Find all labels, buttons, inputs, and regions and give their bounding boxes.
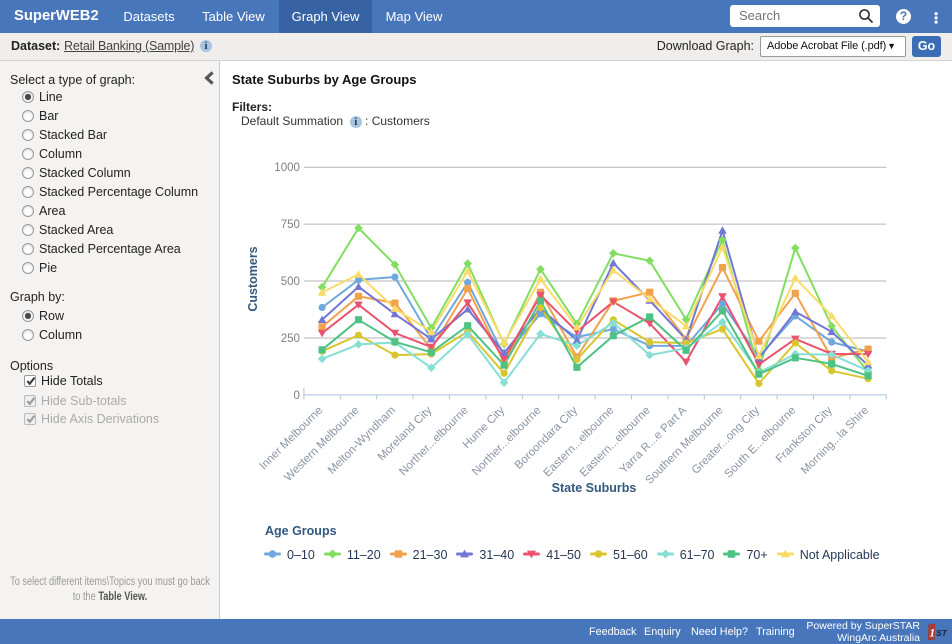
svg-text:1: 1 xyxy=(929,626,935,640)
svg-text:Yarra R...e Part A: Yarra R...e Part A xyxy=(618,404,690,476)
svg-text:Customers: Customers xyxy=(246,246,260,311)
svg-text:Greater...ong City: Greater...ong City xyxy=(690,404,762,476)
svg-text:Eastern...elbourne: Eastern...elbourne xyxy=(578,405,653,480)
svg-text:Boroondara City: Boroondara City xyxy=(513,404,580,471)
svg-text:Inner Melbourne: Inner Melbourne xyxy=(258,405,326,473)
svg-text:Melton-Wyndham: Melton-Wyndham xyxy=(326,405,398,477)
svg-text:State Suburbs: State Suburbs xyxy=(552,481,637,495)
svg-text:Morning...la Shire: Morning...la Shire xyxy=(799,405,871,477)
svg-text:ST: ST xyxy=(936,628,948,638)
svg-text:500: 500 xyxy=(281,276,300,288)
svg-text:Norther...elbourne: Norther...elbourne xyxy=(470,405,544,479)
svg-text:Eastern...elbourne: Eastern...elbourne xyxy=(541,405,616,480)
svg-text:750: 750 xyxy=(281,219,300,231)
svg-text:0: 0 xyxy=(293,390,299,402)
svg-text:250: 250 xyxy=(281,333,300,345)
svg-text:1000: 1000 xyxy=(274,162,300,174)
svg-text:Norther...elbourne: Norther...elbourne xyxy=(397,405,471,479)
